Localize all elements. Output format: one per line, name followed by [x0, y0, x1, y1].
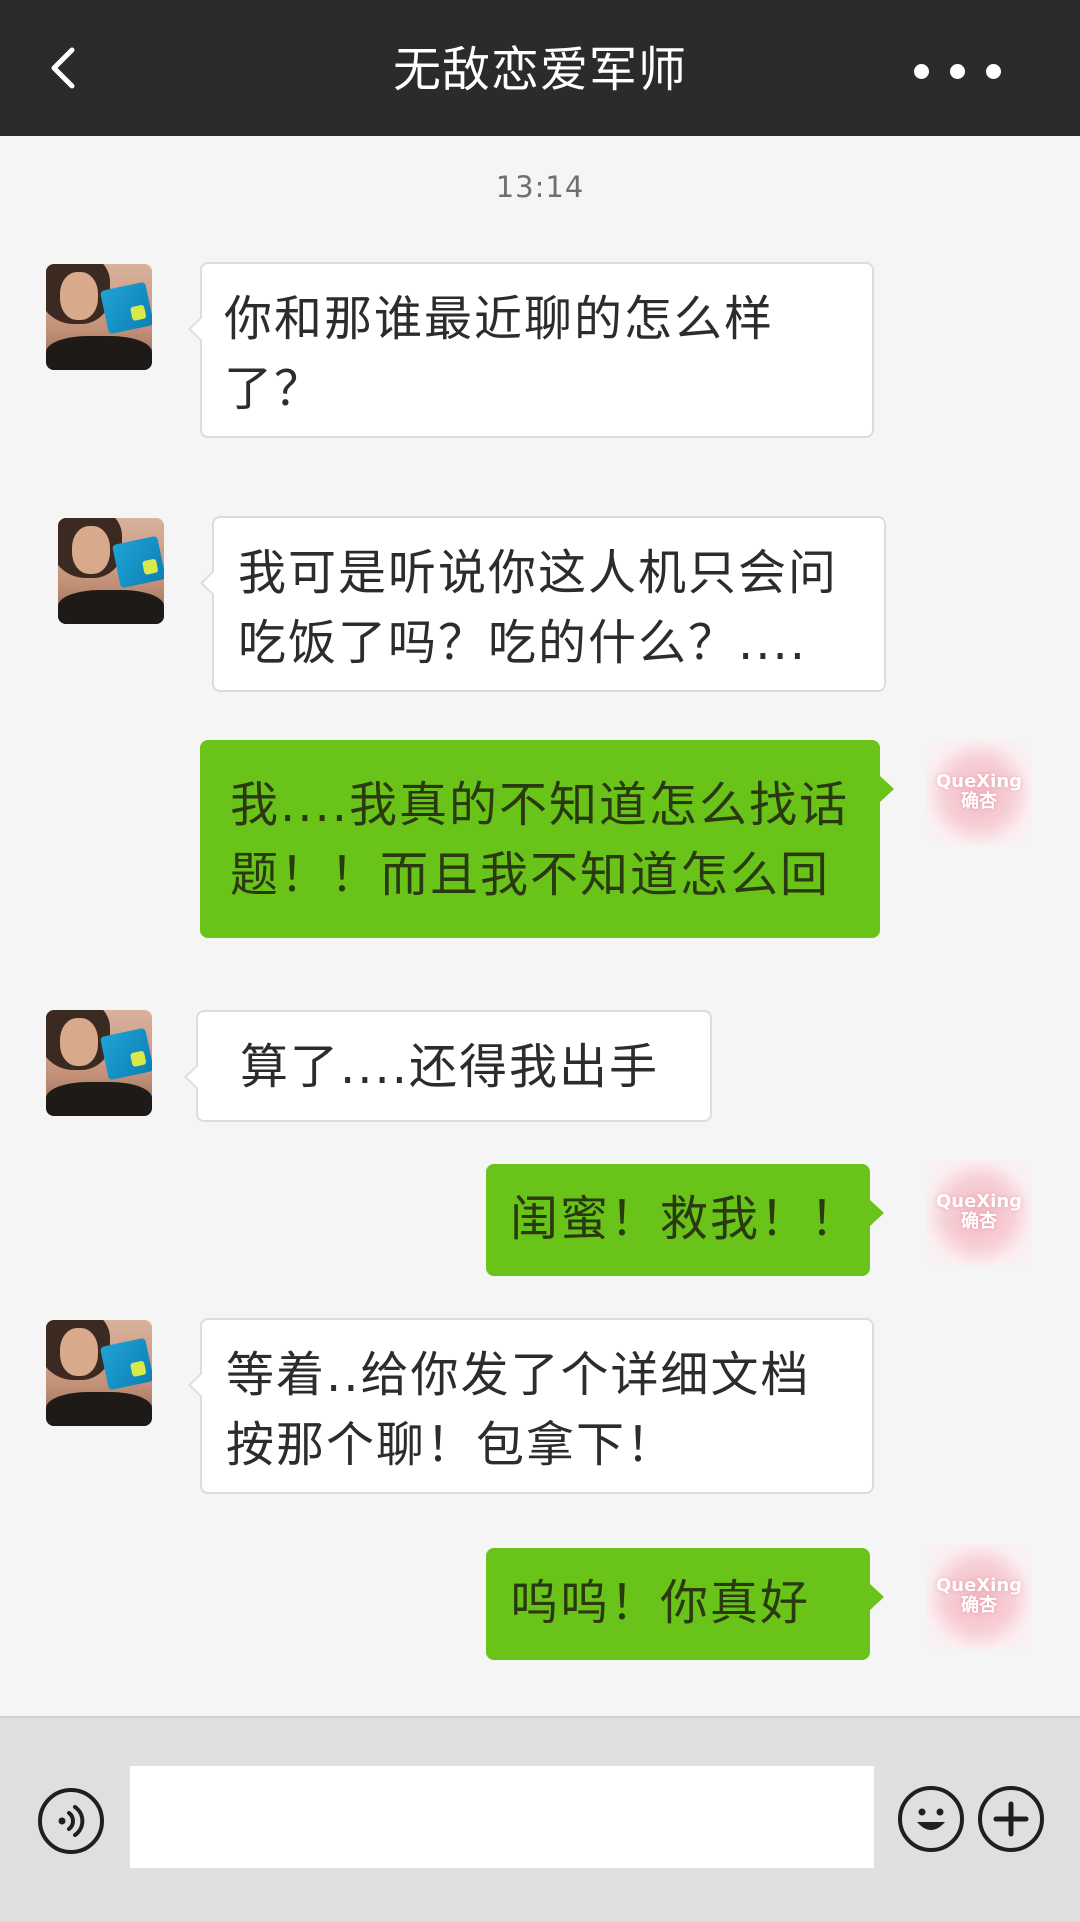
received-message-bubble[interactable]: 我可是听说你这人机只会问吃饭了吗？吃的什么？....: [200, 516, 886, 692]
more-functions-button[interactable]: [978, 1786, 1044, 1852]
avatar-logo-text: QueXing 确杏: [935, 1575, 1023, 1616]
contact-avatar[interactable]: [58, 518, 164, 624]
top-bar: 无敌恋爱军师: [0, 0, 1080, 136]
emoji-button[interactable]: [898, 1786, 964, 1852]
sent-message-bubble[interactable]: 呜呜！你真好: [486, 1548, 884, 1660]
contact-avatar[interactable]: [46, 264, 152, 370]
message-text: 我可是听说你这人机只会问吃饭了吗？吃的什么？....: [238, 545, 839, 671]
avatar-logo-text: QueXing 确杏: [935, 1191, 1023, 1232]
more-options-icon[interactable]: [914, 64, 1002, 80]
contact-avatar[interactable]: [46, 1320, 152, 1426]
message-text: 等着..给你发了个详细文档按那个聊！包拿下！: [226, 1347, 811, 1473]
smiley-icon: [917, 1808, 945, 1830]
my-avatar[interactable]: QueXing 确杏: [926, 740, 1032, 846]
received-message-bubble[interactable]: 你和那谁最近聊的怎么样了？: [188, 262, 874, 438]
sent-message-bubble[interactable]: 闺蜜！救我！！: [486, 1164, 884, 1276]
message-text: 闺蜜！救我！！: [510, 1191, 861, 1247]
input-bar: [0, 1716, 1080, 1922]
voice-icon: [58, 1805, 85, 1837]
message-text: 算了....还得我出手: [240, 1039, 660, 1095]
message-text: 我....我真的不知道怎么找话题！！而且我不知道怎么回: [230, 777, 850, 903]
plus-icon: [993, 1801, 1029, 1837]
received-message-bubble[interactable]: 算了....还得我出手: [184, 1010, 712, 1122]
message-input[interactable]: [130, 1766, 874, 1868]
avatar-logo-text: QueXing 确杏: [935, 771, 1023, 812]
message-text: 呜呜！你真好: [510, 1575, 811, 1631]
sent-message-bubble[interactable]: 我....我真的不知道怎么找话题！！而且我不知道怎么回: [200, 740, 894, 938]
voice-input-button[interactable]: [38, 1788, 104, 1854]
message-text: 你和那谁最近聊的怎么样了？: [224, 291, 775, 417]
received-message-bubble[interactable]: 等着..给你发了个详细文档按那个聊！包拿下！: [188, 1318, 874, 1494]
my-avatar[interactable]: QueXing 确杏: [926, 1160, 1032, 1266]
my-avatar[interactable]: QueXing 确杏: [926, 1544, 1032, 1650]
message-timestamp: 13:14: [495, 170, 585, 204]
contact-avatar[interactable]: [46, 1010, 152, 1116]
